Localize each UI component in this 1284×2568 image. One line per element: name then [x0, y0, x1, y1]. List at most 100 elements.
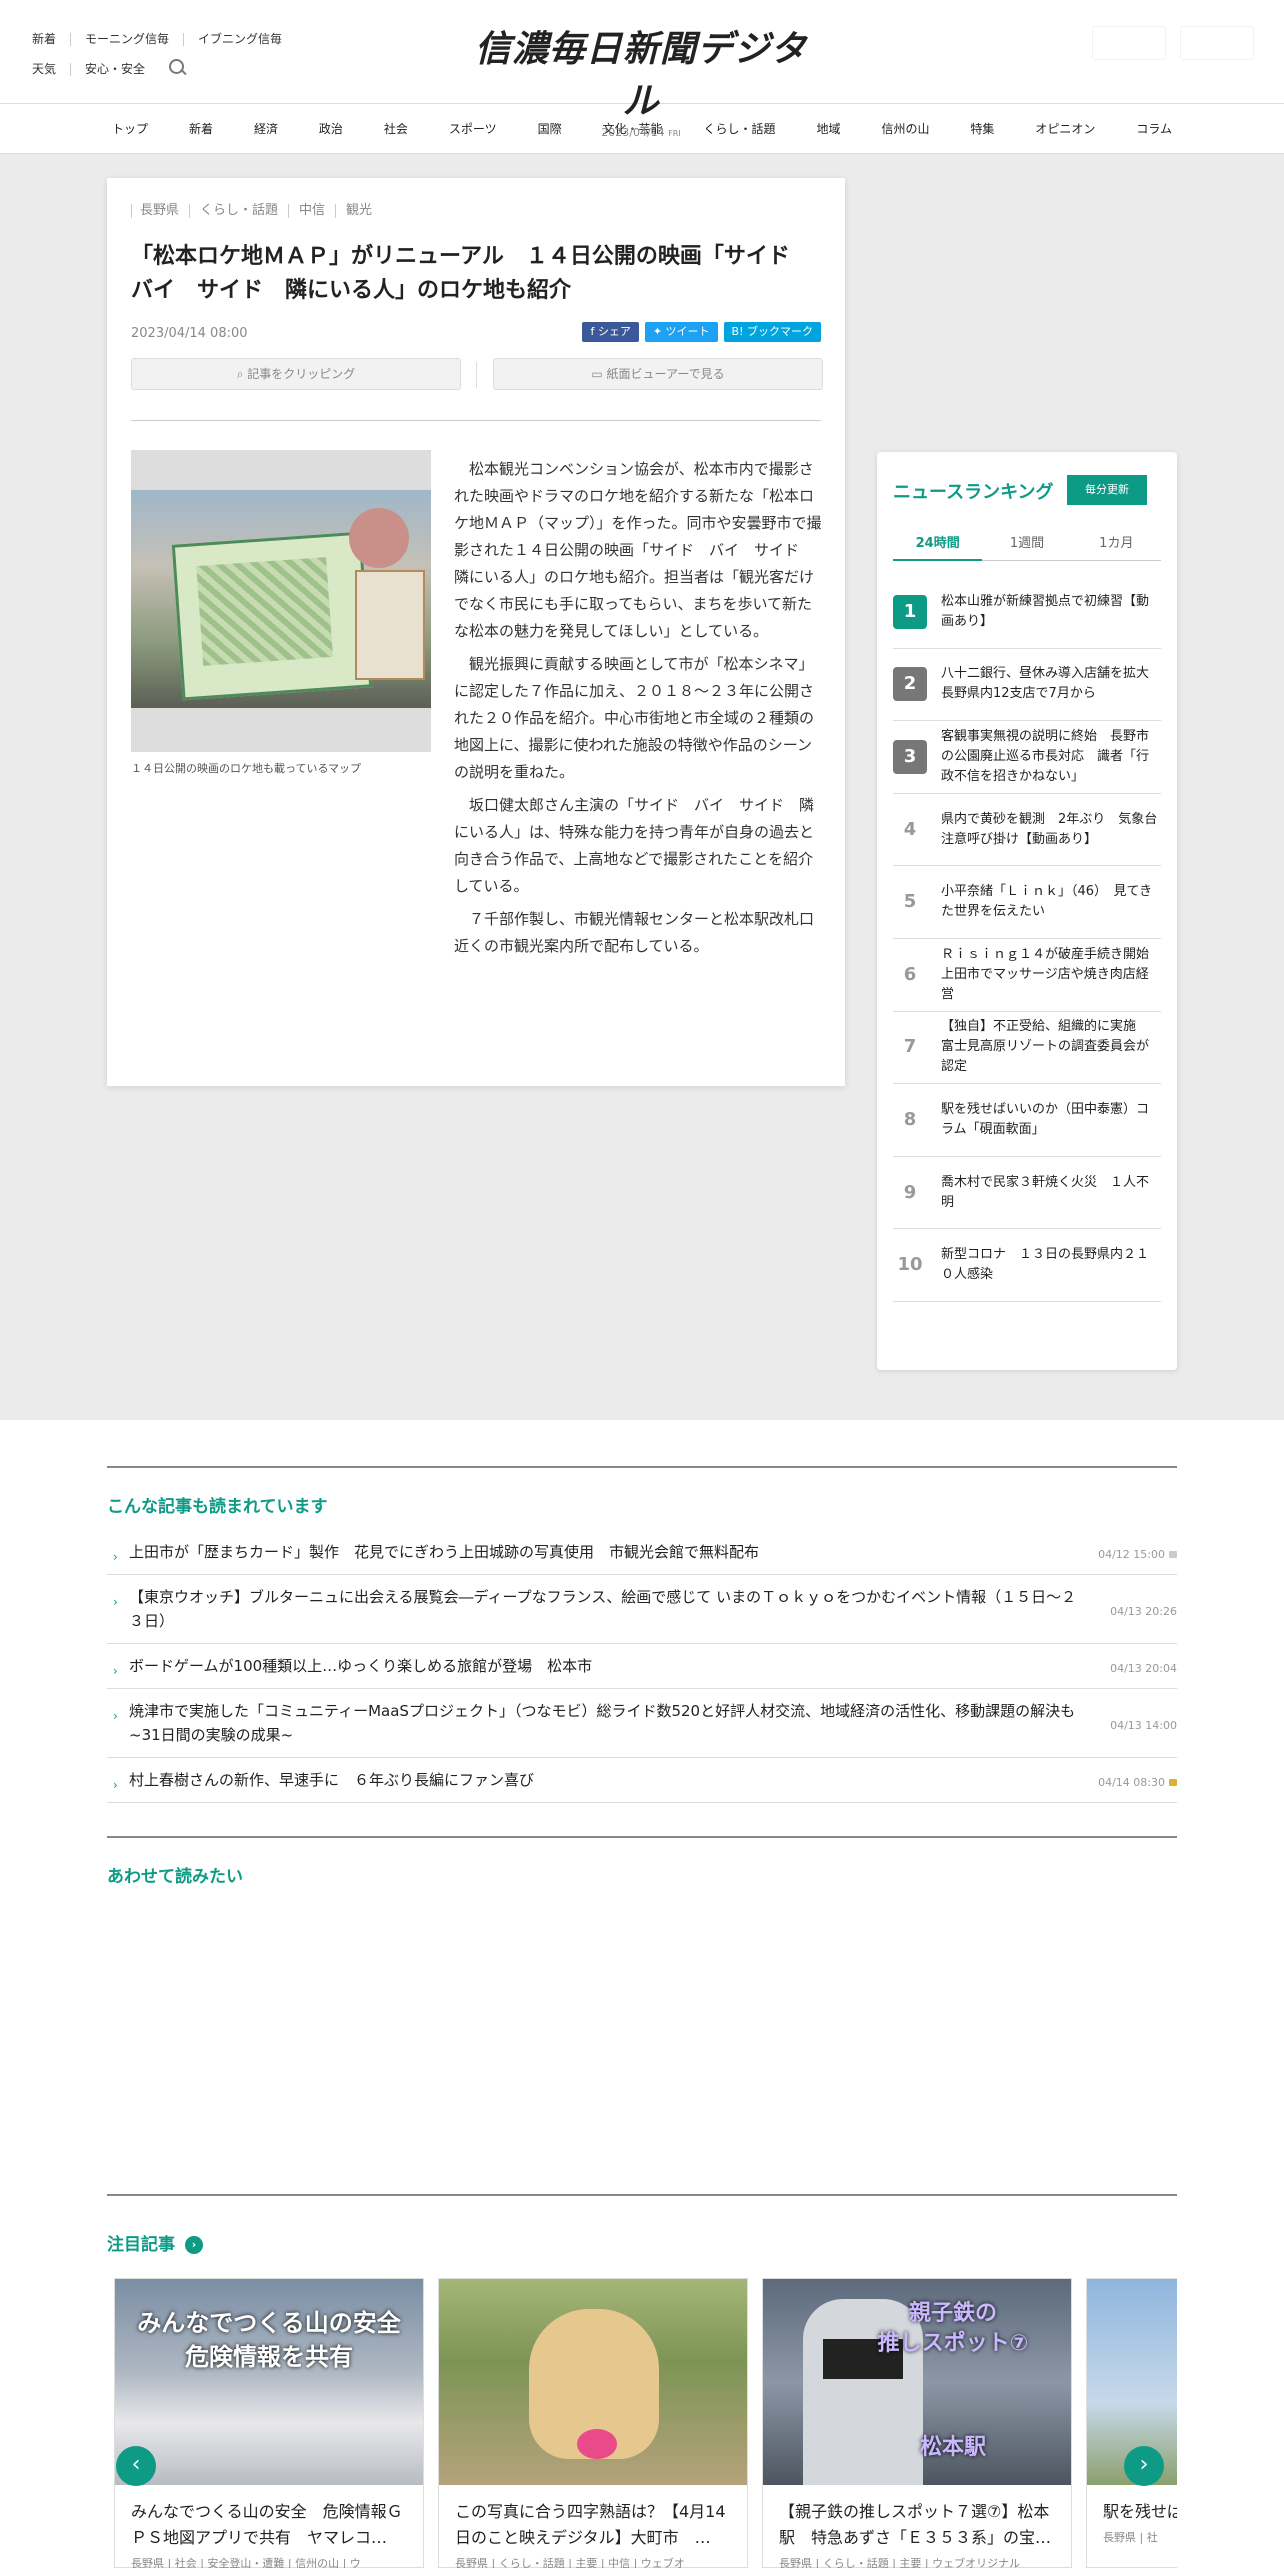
article-photo[interactable] — [131, 450, 431, 752]
share-buttons: f シェア ✦ ツイート B! ブックマーク — [582, 322, 821, 342]
related-headline: 上田市が「歴まちカード」製作 花見でにぎわう上田城跡の写真使用 市観光会館で無料… — [129, 1543, 760, 1561]
ranking-number: 7 — [903, 1036, 917, 1058]
ranking-item[interactable]: 8 駅を残せばいいのか（田中泰憲）コラム「硯面軟面」 — [893, 1084, 1161, 1157]
ranking-item[interactable]: 4 県内で黄砂を観測 2年ぶり 気象台注意呼び掛け【動画あり】 — [893, 794, 1161, 867]
ranking-item[interactable]: 1 松本山雅が新練習拠点で初練習【動画あり】 — [893, 576, 1161, 649]
related-item[interactable]: › ボードゲームが100種類以上…ゆっくり楽しめる旅館が登場 松本市 04/13 2… — [107, 1644, 1177, 1689]
login-button[interactable] — [1092, 26, 1166, 60]
ranking-headline: 小平奈緒「Ｌｉｎｋ」（46） 見てきた世界を伝えたい — [941, 884, 1153, 920]
nav-item[interactable]: 信州の山 — [877, 120, 933, 137]
ranking-item[interactable]: 2 八十二銀行、昼休み導入店舗を拡大 長野県内12支店で7月から — [893, 649, 1163, 722]
related-time: 04/14 08:30 — [1098, 1771, 1177, 1795]
chevron-right-icon: › — [113, 1595, 118, 1609]
link-evening[interactable]: イブニング信毎 — [183, 32, 296, 46]
featured-card[interactable]: この写真に合う四字熟語は？【4月14日のこと映えデジタル】大町市 … 長野県 |… — [438, 2278, 748, 2568]
article-tags: 長野県 くらし・話題 中信 観光 — [131, 204, 382, 218]
related-item[interactable]: › 焼津市で実施した「コミュニティーMaaSプロジェクト」（つなモビ）総ライド数5… — [107, 1689, 1177, 1758]
featured-card[interactable]: 親子鉄の 推しスポット⑦ 松本駅 【親子鉄の推しスポット７選⑦】松本駅 特急あず… — [762, 2278, 1072, 2568]
featured-card[interactable]: 駅を残せば…ム「硯面軟 長野県 | 社 — [1086, 2278, 1177, 2568]
article-paragraph: 松本観光コンベンション協会が、松本市内で撮影された映画やドラマのロケ地を紹介する… — [454, 460, 822, 640]
article-date: 2023/04/14 08:00 — [131, 326, 248, 341]
chevron-right-icon: › — [113, 1709, 118, 1723]
related-headline: 村上春樹さんの新作、早速手に ６年ぶり長編にファン喜び — [129, 1771, 535, 1789]
link-safety[interactable]: 安心・安全 — [70, 62, 159, 76]
search-icon[interactable] — [167, 57, 189, 79]
featured-carousel: みんなでつくる山の安全 危険情報を共有 みんなでつくる山の安全 危険情報ＧＰＳ地… — [112, 2278, 1177, 2568]
also-read-title: あわせて読みたい — [107, 1867, 243, 1887]
related-time: 04/13 14:00 — [1110, 1719, 1177, 1732]
card-image — [439, 2279, 747, 2485]
carousel-next-button[interactable]: › — [1124, 2446, 1164, 2486]
article-paragraph: 坂口健太郎さん主演の「サイド バイ サイド 隣にいる人」は、特殊な能力を持つ青年… — [454, 796, 815, 895]
related-list: › 上田市が「歴まちカード」製作 花見でにぎわう上田城跡の写真使用 市観光会館で無… — [107, 1530, 1177, 1803]
card-tags: 長野県 | くらし・話題 | 主要 | 中信 | ウェブオ — [455, 2557, 685, 2568]
photo-caption: １４日公開の映画のロケ地も載っているマップ — [131, 762, 362, 775]
twitter-share-button[interactable]: ✦ ツイート — [644, 322, 718, 342]
ranking-headline: Ｒｉｓｉｎｇ１４が破産手続き開始 上田市でマッサージ店や焼き肉店経営 — [941, 946, 1163, 1002]
site-logo[interactable]: 信濃毎日新聞デジタル 2023/04/14 FRI — [460, 20, 822, 139]
tag-region[interactable]: 中信 — [288, 204, 335, 218]
book-icon: ▭ — [591, 367, 607, 381]
nav-item[interactable]: 経済 — [250, 120, 282, 137]
card-tags: 長野県 | 社会 | 安全登山・遭難 | 信州の山 | ウ — [131, 2557, 361, 2568]
tag-category[interactable]: くらし・話題 — [189, 204, 288, 218]
related-item[interactable]: › 村上春樹さんの新作、早速手に ６年ぶり長編にファン喜び 04/14 08:30 — [107, 1758, 1177, 1803]
card-tags: 長野県 | 社 — [1103, 2531, 1158, 2544]
article-paragraph: 観光振興に貢献する映画として市が「松本シネマ」に認定した７作品に加え、２０１８～… — [454, 655, 815, 781]
related-headline: 【東京ウオッチ】ブルターニュに出会える展覧会―ディープなフランス、絵画で感じて … — [129, 1588, 1077, 1630]
article-body: 松本観光コンベンション協会が、松本市内で撮影された映画やドラマのロケ地を紹介する… — [454, 456, 822, 966]
nav-item[interactable]: 政治 — [315, 120, 347, 137]
link-weather[interactable]: 天気 — [32, 62, 70, 76]
nav-item[interactable]: 特集 — [966, 120, 998, 137]
facebook-icon: f — [590, 325, 598, 338]
link-new[interactable]: 新着 — [32, 32, 70, 46]
card-title: この写真に合う四字熟語は？【4月14日のこと映えデジタル】大町市 … — [455, 2502, 726, 2547]
paper-viewer-button[interactable]: ▭ 紙面ビューアーで見る — [493, 358, 823, 390]
related-item[interactable]: › 【東京ウオッチ】ブルターニュに出会える展覧会―ディープなフランス、絵画で感じて… — [107, 1575, 1177, 1644]
ranking-item[interactable]: 10 新型コロナ １３日の長野県内２１０人感染 — [893, 1229, 1161, 1302]
ranking-headline: 八十二銀行、昼休み導入店舗を拡大 長野県内12支店で7月から — [941, 666, 1163, 702]
ranking-item[interactable]: 9 喬木村で民家３軒焼く火災 １人不明 — [893, 1157, 1161, 1230]
nav-item[interactable]: トップ — [108, 120, 152, 137]
clip-article-button[interactable]: ⌕ 記事をクリッピング — [131, 358, 461, 390]
ranking-number: 10 — [897, 1254, 923, 1276]
ranking-number: 4 — [903, 818, 917, 840]
related-time: 04/12 15:00 — [1098, 1543, 1177, 1567]
featured-card[interactable]: みんなでつくる山の安全 危険情報を共有 みんなでつくる山の安全 危険情報ＧＰＳ地… — [114, 2278, 424, 2568]
ranking-list: 1 松本山雅が新練習拠点で初練習【動画あり】 2 八十二銀行、昼休み導入店舗を拡大 長… — [893, 576, 1163, 1302]
tab-1week[interactable]: 1週間 — [982, 532, 1071, 560]
register-button[interactable] — [1180, 26, 1254, 60]
related-headline: ボードゲームが100種類以上…ゆっくり楽しめる旅館が登場 松本市 — [129, 1657, 593, 1675]
card-title: みんなでつくる山の安全 危険情報ＧＰＳ地図アプリで共有 ヤマレコ… — [131, 2502, 403, 2547]
ranking-number: 8 — [903, 1108, 917, 1130]
header-links: 新着 モーニング信毎 イブニング信毎 天気 安心・安全 — [32, 24, 296, 84]
ranking-item[interactable]: 7 【独自】不正受給、組織的に実施 富士見高原リゾートの調査委員会が認定 — [893, 1012, 1161, 1085]
ranking-headline: 客観事実無視の説明に終始 長野市の公園廃止巡る市長対応 識者「行政不信を招きかね… — [941, 728, 1150, 784]
news-ranking: ニュースランキング 毎分更新 24時間 1週間 1カ月 1 松本山雅が新練習拠点で… — [877, 452, 1177, 1370]
related-item[interactable]: › 上田市が「歴まちカード」製作 花見でにぎわう上田城跡の写真使用 市観光会館で無… — [107, 1530, 1177, 1575]
chevron-right-icon: › — [1139, 2452, 1149, 2477]
lock-icon — [1169, 1551, 1177, 1558]
hatena-bookmark-button[interactable]: B! ブックマーク — [723, 322, 821, 342]
ranking-item[interactable]: 5 小平奈緒「Ｌｉｎｋ」（46） 見てきた世界を伝えたい — [893, 866, 1161, 939]
ranking-headline: 松本山雅が新練習拠点で初練習【動画あり】 — [941, 593, 1150, 629]
ranking-item[interactable]: 3 客観事実無視の説明に終始 長野市の公園廃止巡る市長対応 識者「行政不信を招きか… — [893, 721, 1161, 794]
facebook-share-button[interactable]: f シェア — [582, 322, 639, 342]
article: 長野県 くらし・話題 中信 観光 「松本ロケ地ＭＡＰ」がリニューアル １４日公開… — [107, 178, 845, 1086]
ranking-update-badge: 毎分更新 — [1067, 475, 1147, 505]
arrow-right-icon[interactable]: › — [185, 2236, 203, 2254]
link-morning[interactable]: モーニング信毎 — [70, 32, 183, 46]
ranking-number: 1 — [893, 594, 927, 629]
nav-item[interactable]: オピニオン — [1031, 120, 1099, 137]
tab-24h[interactable]: 24時間 — [893, 532, 983, 561]
ranking-number: 3 — [893, 739, 927, 774]
ranking-item[interactable]: 6 Ｒｉｓｉｎｇ１４が破産手続き開始 上田市でマッサージ店や焼き肉店経営 — [893, 939, 1163, 1012]
tag-prefecture[interactable]: 長野県 — [131, 204, 189, 218]
nav-item[interactable]: 新着 — [185, 120, 217, 137]
tab-1month[interactable]: 1カ月 — [1072, 532, 1161, 560]
nav-item[interactable]: コラム — [1132, 120, 1176, 137]
carousel-prev-button[interactable]: ‹ — [116, 2446, 156, 2486]
tag-topic[interactable]: 観光 — [335, 204, 382, 218]
nav-item[interactable]: 社会 — [380, 120, 412, 137]
related-time: 04/13 20:04 — [1110, 1662, 1177, 1675]
